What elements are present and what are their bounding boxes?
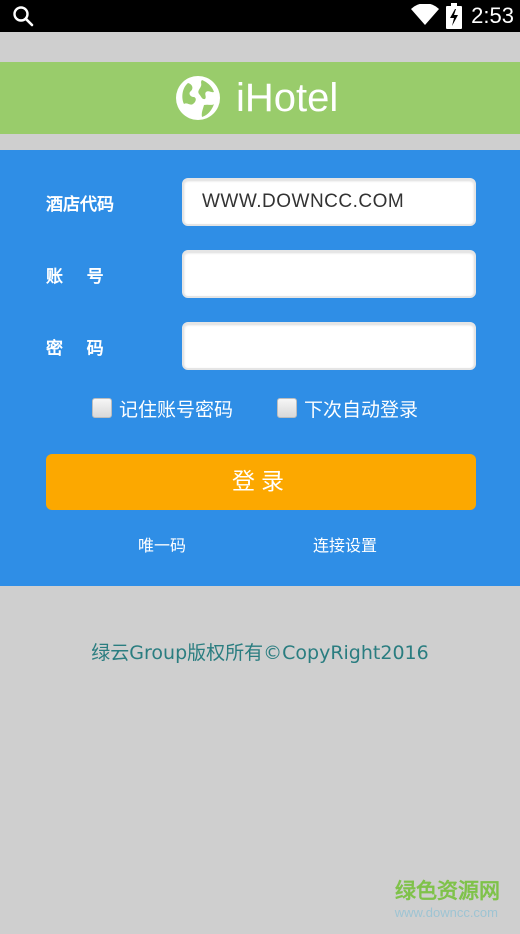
login-panel: 酒店代码 WWW.DOWNCC.COM 账 号 密 码 记住账号密码 下次自动登…: [0, 150, 520, 586]
status-bar: 2:53: [0, 0, 520, 32]
password-input[interactable]: [182, 322, 476, 370]
hotel-code-label: 酒店代码: [46, 195, 114, 215]
app-header: iHotel: [0, 62, 520, 134]
login-button[interactable]: 登录: [46, 454, 476, 510]
battery-icon: [446, 3, 462, 29]
account-input[interactable]: [182, 250, 476, 298]
auto-login-checkbox[interactable]: [277, 398, 297, 418]
watermark-url: www.downcc.com: [394, 905, 498, 920]
clock: 2:53: [471, 3, 514, 28]
remember-password-checkbox[interactable]: [92, 398, 112, 418]
account-label: 账 号: [46, 267, 104, 287]
copyright-text: 绿云Group版权所有©CopyRight2016: [91, 642, 429, 664]
search-icon[interactable]: [12, 5, 34, 27]
app-title: iHotel: [236, 76, 339, 120]
password-label: 密 码: [46, 339, 104, 359]
wifi-icon: [411, 4, 439, 25]
remember-password-label: 记住账号密码: [119, 398, 234, 421]
hotel-code-input[interactable]: WWW.DOWNCC.COM: [182, 178, 476, 226]
unique-code-link[interactable]: 唯一码: [138, 534, 186, 558]
remember-password-option[interactable]: 记住账号密码: [92, 395, 233, 421]
connection-settings-link[interactable]: 连接设置: [313, 534, 377, 558]
globe-icon: [176, 76, 220, 120]
auto-login-option[interactable]: 下次自动登录: [277, 395, 418, 421]
watermark-site-name: 绿色资源网: [395, 879, 500, 903]
auto-login-label: 下次自动登录: [304, 398, 419, 421]
